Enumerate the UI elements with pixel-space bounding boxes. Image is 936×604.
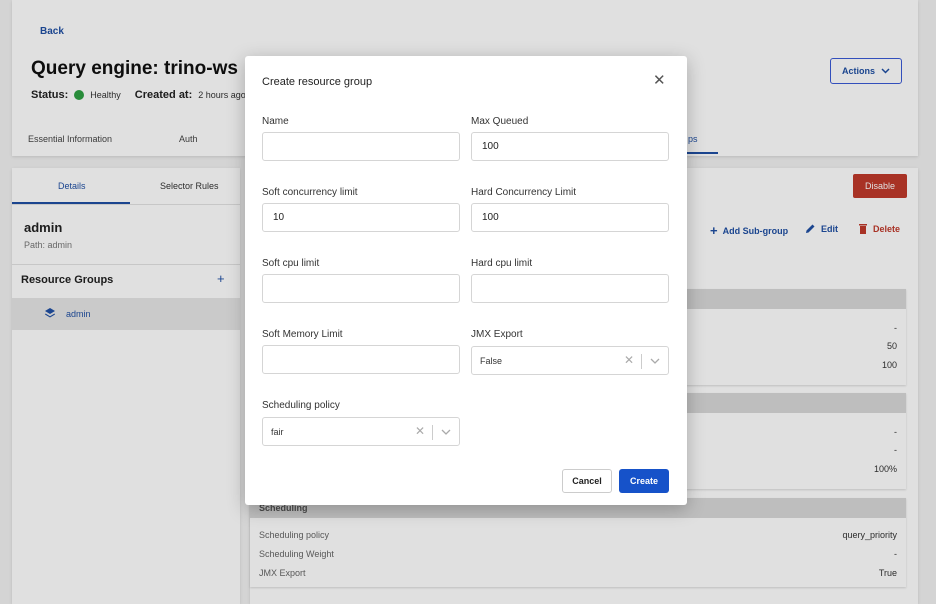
hard-concurrency-label: Hard Concurrency Limit <box>471 187 577 198</box>
create-button[interactable]: Create <box>619 469 669 493</box>
scheduling-policy-select[interactable]: fair ✕ <box>262 417 460 446</box>
dialog-title: Create resource group <box>262 76 373 88</box>
hard-cpu-label: Hard cpu limit <box>471 258 533 269</box>
jmx-export-select[interactable]: False ✕ <box>471 346 669 375</box>
max-queued-label: Max Queued <box>471 116 529 127</box>
clear-icon[interactable]: ✕ <box>415 424 425 438</box>
select-divider <box>641 354 642 369</box>
soft-memory-label: Soft Memory Limit <box>262 329 343 340</box>
chevron-down-icon[interactable] <box>649 355 661 367</box>
select-divider <box>432 425 433 440</box>
soft-concurrency-input[interactable]: 10 <box>262 203 460 232</box>
create-resource-group-dialog: Create resource group ✕ Name Max Queued … <box>245 56 687 505</box>
jmx-export-value: False <box>480 356 503 366</box>
jmx-export-label: JMX Export <box>471 329 523 340</box>
scheduling-policy-label: Scheduling policy <box>262 400 340 411</box>
hard-cpu-input[interactable] <box>471 274 669 303</box>
soft-memory-input[interactable] <box>262 345 460 374</box>
soft-cpu-label: Soft cpu limit <box>262 258 320 269</box>
name-label: Name <box>262 116 289 127</box>
soft-concurrency-label: Soft concurrency limit <box>262 187 358 198</box>
max-queued-input[interactable]: 100 <box>471 132 669 161</box>
cancel-button[interactable]: Cancel <box>562 469 612 493</box>
chevron-down-icon[interactable] <box>440 426 452 438</box>
hard-concurrency-input[interactable]: 100 <box>471 203 669 232</box>
scheduling-policy-value: fair <box>271 427 284 437</box>
clear-icon[interactable]: ✕ <box>624 353 634 367</box>
name-input[interactable] <box>262 132 460 161</box>
soft-cpu-input[interactable] <box>262 274 460 303</box>
close-icon[interactable]: ✕ <box>653 73 666 88</box>
